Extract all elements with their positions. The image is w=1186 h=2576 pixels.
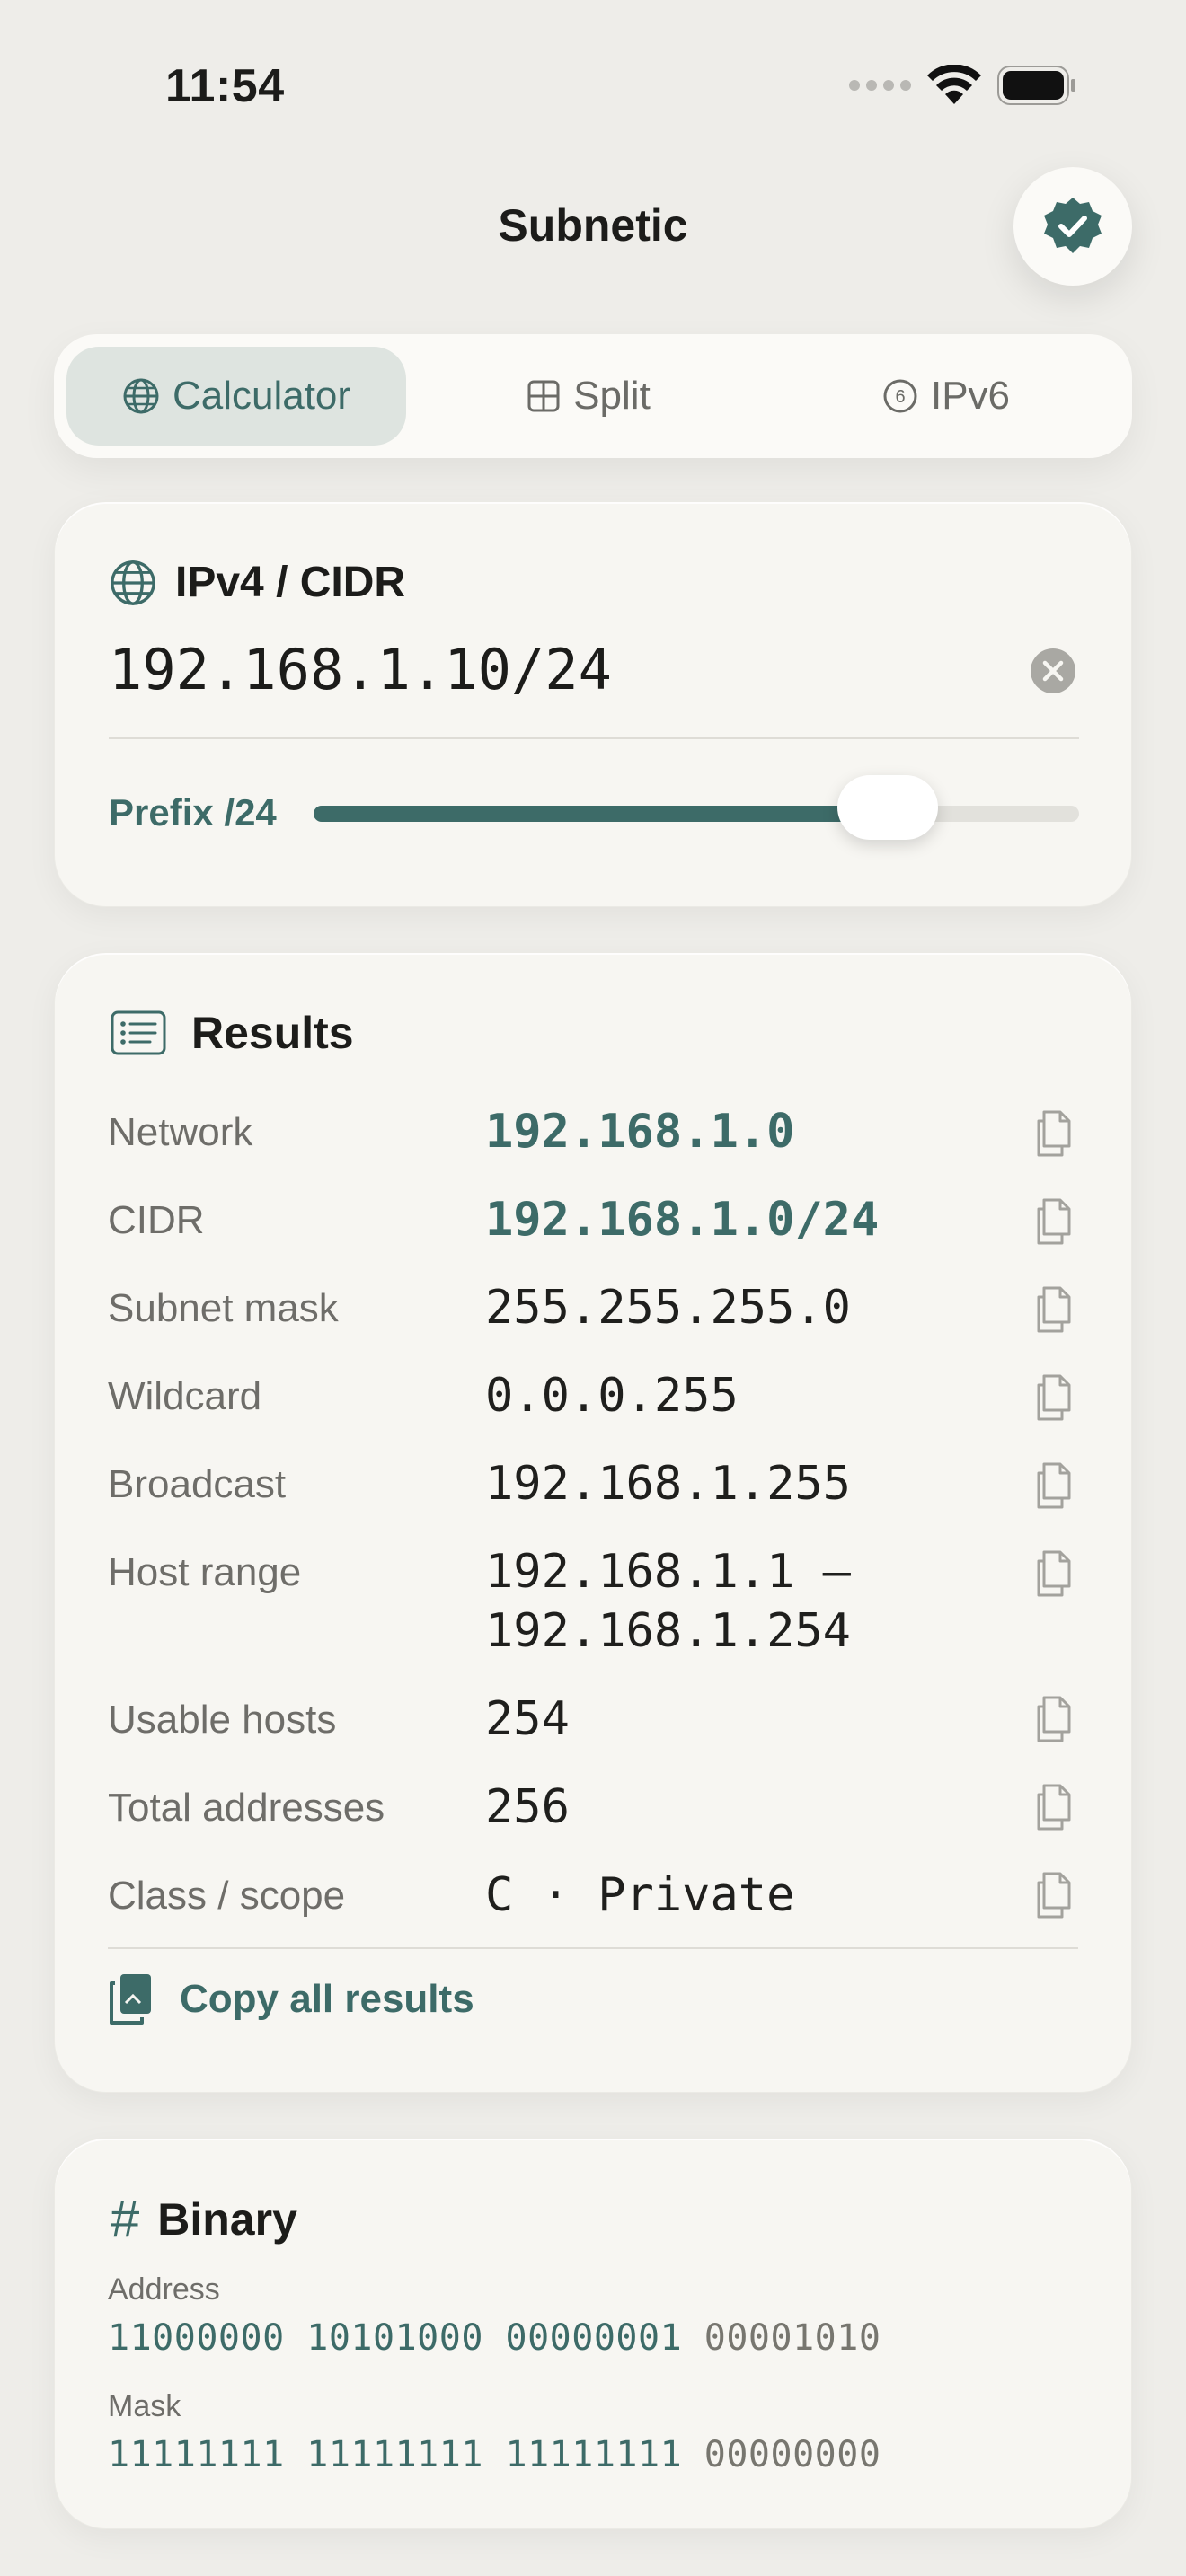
copy-icon[interactable] xyxy=(1033,1374,1076,1421)
status-time: 11:54 xyxy=(165,60,285,112)
results-divider xyxy=(108,1947,1078,1949)
prefix-slider-track[interactable] xyxy=(314,775,1079,840)
row-value-total-addresses: 256 xyxy=(485,1780,570,1834)
copy-all-button[interactable]: Copy all results xyxy=(108,1972,474,2026)
copy-icon[interactable] xyxy=(1033,1110,1076,1157)
copy-icon[interactable] xyxy=(1033,1462,1076,1509)
copy-icon[interactable] xyxy=(1033,1198,1076,1245)
prefix-slider-fill xyxy=(314,806,888,822)
cellular-signal-icon xyxy=(849,80,911,91)
address-octet-2: 10101000 xyxy=(306,2317,483,2359)
prefix-label: Prefix /24 xyxy=(109,791,277,834)
tab-calculator[interactable]: Calculator xyxy=(66,347,406,446)
input-card-title: IPv4 / CIDR xyxy=(175,559,406,606)
tab-ipv6[interactable]: 6 IPv6 xyxy=(773,347,1120,446)
clear-input-icon[interactable] xyxy=(1030,648,1076,694)
results-header: Results xyxy=(111,1007,354,1059)
row-value-broadcast: 192.168.1.255 xyxy=(485,1457,851,1511)
status-indicators xyxy=(849,65,1076,106)
results-title: Results xyxy=(191,1008,354,1058)
row-value-class-scope: C · Private xyxy=(485,1868,795,1922)
row-label-broadcast: Broadcast xyxy=(108,1462,287,1506)
wifi-icon xyxy=(927,65,981,104)
row-label-class-scope: Class / scope xyxy=(108,1874,346,1918)
globe-icon xyxy=(123,378,159,414)
mask-octet-3: 11111111 xyxy=(505,2434,683,2475)
binary-mask-value: 11111111 11111111 11111111 00000000 xyxy=(108,2434,881,2475)
binary-header: # Binary xyxy=(111,2189,297,2249)
row-value-host-range-start: 192.168.1.1 – xyxy=(485,1545,851,1599)
row-label-subnet-mask: Subnet mask xyxy=(108,1286,339,1330)
cidr-input-field[interactable]: 192.168.1.10/24 xyxy=(109,637,612,702)
row-label-usable-hosts: Usable hosts xyxy=(108,1698,337,1742)
copy-icon[interactable] xyxy=(1033,1784,1076,1831)
verified-badge-button[interactable] xyxy=(1013,167,1132,286)
row-value-subnet-mask: 255.255.255.0 xyxy=(485,1281,851,1335)
ip-input-card: IPv4 / CIDR 192.168.1.10/24 Prefix /24 xyxy=(54,501,1132,907)
globe-icon xyxy=(111,560,155,605)
grid-icon xyxy=(527,380,560,412)
binary-address-label: Address xyxy=(108,2272,220,2307)
row-label-network: Network xyxy=(108,1110,253,1154)
address-octet-4: 00001010 xyxy=(704,2317,881,2359)
row-label-total-addresses: Total addresses xyxy=(108,1786,385,1830)
binary-mask-label: Mask xyxy=(108,2389,181,2423)
row-value-wildcard: 0.0.0.255 xyxy=(485,1369,739,1423)
row-label-wildcard: Wildcard xyxy=(108,1374,262,1418)
mode-tabs: Calculator Split 6 IPv6 xyxy=(54,334,1132,458)
six-circle-icon: 6 xyxy=(883,379,917,413)
mask-octet-4: 00000000 xyxy=(704,2434,881,2475)
verified-badge-icon xyxy=(1044,198,1102,253)
input-card-header: IPv4 / CIDR xyxy=(109,558,405,607)
mask-octet-1: 11111111 xyxy=(108,2434,285,2475)
input-divider xyxy=(109,737,1079,739)
page-title: Subnetic xyxy=(498,200,688,251)
clipboard-copy-icon xyxy=(110,1974,151,2025)
copy-all-label: Copy all results xyxy=(180,1977,474,2021)
address-octet-1: 11000000 xyxy=(108,2317,285,2359)
row-value-usable-hosts: 254 xyxy=(485,1692,570,1746)
hash-icon: # xyxy=(111,2190,140,2248)
binary-address-value: 11000000 10101000 00000001 00001010 xyxy=(108,2317,881,2359)
row-value-cidr: 192.168.1.0/24 xyxy=(485,1193,880,1247)
row-value-network: 192.168.1.0 xyxy=(485,1105,795,1159)
mask-octet-2: 11111111 xyxy=(306,2434,483,2475)
address-octet-3: 00000001 xyxy=(505,2317,683,2359)
tab-split-label: Split xyxy=(573,374,651,418)
tab-calculator-label: Calculator xyxy=(172,374,351,418)
binary-title: Binary xyxy=(157,2193,297,2245)
battery-icon xyxy=(997,66,1075,105)
copy-icon[interactable] xyxy=(1033,1696,1076,1742)
row-value-host-range-end: 192.168.1.254 xyxy=(485,1604,851,1658)
copy-icon[interactable] xyxy=(1033,1872,1076,1919)
prefix-slider-thumb[interactable] xyxy=(837,775,938,840)
list-icon xyxy=(111,1010,166,1055)
tab-split[interactable]: Split xyxy=(431,347,746,446)
tab-ipv6-label: IPv6 xyxy=(930,374,1011,418)
copy-icon[interactable] xyxy=(1033,1550,1076,1597)
row-label-host-range: Host range xyxy=(108,1550,302,1594)
copy-icon[interactable] xyxy=(1033,1286,1076,1333)
svg-text:6: 6 xyxy=(895,387,905,407)
row-label-cidr: CIDR xyxy=(108,1198,205,1242)
